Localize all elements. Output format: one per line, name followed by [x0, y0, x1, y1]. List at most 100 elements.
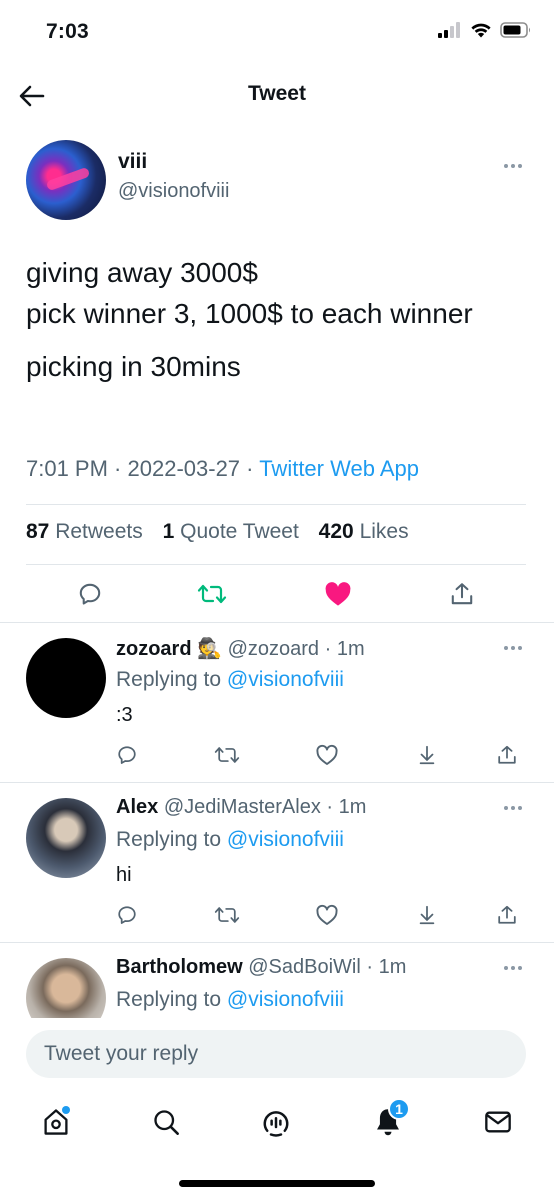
- avatar[interactable]: [26, 958, 106, 1018]
- replying-to-link[interactable]: @visionofviii: [227, 668, 344, 691]
- status-time: 7:03: [46, 20, 89, 43]
- tweet-line: picking in 30mins: [26, 351, 241, 382]
- avatar[interactable]: [26, 638, 106, 718]
- reply-button[interactable]: [110, 738, 144, 772]
- tweet-stats: 87 Retweets 1 Quote Tweet 420 Likes: [26, 520, 423, 544]
- share-icon: [498, 905, 516, 924]
- reply-actions: [0, 738, 554, 772]
- more-options-button[interactable]: [504, 966, 522, 970]
- tweet-source-link[interactable]: Twitter Web App: [259, 456, 419, 481]
- author-name[interactable]: viii: [118, 150, 147, 174]
- reply-item[interactable]: zozoard 🕵 @zozoard · 1m Replying to @vis…: [0, 622, 554, 782]
- replying-to-link[interactable]: @visionofviii: [227, 828, 344, 851]
- download-button[interactable]: [410, 898, 444, 932]
- like-button[interactable]: [310, 898, 344, 932]
- page-title: Tweet: [248, 82, 306, 105]
- tweet-text: giving away 3000$ pick winner 3, 1000$ t…: [26, 252, 526, 387]
- more-dots-icon: [504, 806, 508, 810]
- nav-spaces[interactable]: [254, 1100, 298, 1144]
- reply-item[interactable]: Bartholomew @SadBoiWil · 1m Replying to …: [0, 942, 554, 1018]
- bottom-nav: 1: [0, 1090, 554, 1160]
- reply-icon: [118, 746, 136, 764]
- reply-author: Alex @JediMasterAlex · 1m: [116, 796, 367, 818]
- share-button[interactable]: [490, 898, 524, 932]
- heart-icon: [316, 744, 338, 765]
- reply-age: 1m: [378, 956, 407, 978]
- download-button[interactable]: [410, 738, 444, 772]
- reply-composer: [0, 1018, 554, 1090]
- divider: [26, 504, 526, 505]
- reply-author-handle[interactable]: @SadBoiWil: [248, 956, 361, 978]
- reply-button[interactable]: [70, 574, 110, 614]
- reply-author: Bartholomew @SadBoiWil · 1m: [116, 956, 407, 978]
- reply-age: 1m: [338, 796, 367, 818]
- heart-icon: [316, 904, 338, 925]
- status-bar: 7:03: [0, 0, 554, 64]
- more-options-button[interactable]: [504, 164, 522, 168]
- retweets-stat[interactable]: 87 Retweets: [26, 520, 143, 543]
- reply-text: hi: [116, 864, 132, 886]
- reply-author-handle[interactable]: @zozoard: [228, 638, 319, 660]
- nav-search[interactable]: [144, 1100, 188, 1144]
- header: Tweet: [0, 64, 554, 126]
- replying-to: Replying to @visionofviii: [116, 988, 344, 1011]
- tweet-line: giving away 3000$: [26, 257, 258, 288]
- reply-input[interactable]: [26, 1030, 526, 1078]
- more-dots-icon: [504, 164, 508, 168]
- download-icon: [419, 745, 435, 765]
- retweet-button[interactable]: [210, 738, 244, 772]
- share-icon: [498, 745, 516, 764]
- reply-item[interactable]: Alex @JediMasterAlex · 1m Replying to @v…: [0, 782, 554, 942]
- reply-icon: [118, 906, 136, 924]
- like-button[interactable]: [318, 574, 358, 614]
- reply-icon: [79, 583, 101, 605]
- share-button[interactable]: [490, 738, 524, 772]
- avatar[interactable]: [26, 140, 106, 220]
- reply-button[interactable]: [110, 898, 144, 932]
- divider: [26, 564, 526, 565]
- reply-author: zozoard 🕵 @zozoard · 1m: [116, 638, 365, 660]
- replying-to: Replying to @visionofviii: [116, 668, 344, 691]
- reply-actions: [0, 898, 554, 932]
- nav-notifications[interactable]: 1: [366, 1098, 410, 1144]
- more-options-button[interactable]: [504, 806, 522, 810]
- tweet-meta: 7:01 PM · 2022-03-27 · Twitter Web App: [26, 456, 419, 481]
- nav-messages[interactable]: [476, 1100, 520, 1144]
- wifi-icon: [471, 23, 491, 38]
- author-handle[interactable]: @visionofviii: [118, 180, 229, 203]
- nav-home[interactable]: [34, 1100, 78, 1144]
- like-button[interactable]: [310, 738, 344, 772]
- replying-to: Replying to @visionofviii: [116, 828, 344, 851]
- replying-to-link[interactable]: @visionofviii: [227, 988, 344, 1011]
- download-icon: [419, 905, 435, 925]
- retweet-icon: [214, 747, 240, 763]
- reply-author-handle[interactable]: @JediMasterAlex: [164, 796, 321, 818]
- retweet-button[interactable]: [210, 898, 244, 932]
- battery-icon: [500, 22, 530, 38]
- reply-author-name[interactable]: Bartholomew: [116, 956, 243, 978]
- spaces-icon: [263, 1111, 289, 1137]
- tweet-date: 2022-03-27: [127, 456, 241, 481]
- search-icon: [154, 1110, 179, 1135]
- reply-age: 1m: [336, 638, 365, 660]
- reply-author-name[interactable]: zozoard: [116, 638, 192, 660]
- retweet-button[interactable]: [192, 574, 232, 614]
- tweet-time: 7:01 PM: [26, 456, 108, 481]
- quotes-stat[interactable]: 1 Quote Tweet: [163, 520, 299, 543]
- status-icons: [438, 22, 532, 38]
- more-dots-icon: [504, 646, 508, 650]
- share-button[interactable]: [442, 574, 482, 614]
- detective-emoji: 🕵: [197, 638, 223, 660]
- avatar[interactable]: [26, 798, 106, 878]
- home-indicator: [179, 1180, 375, 1187]
- mail-icon: [485, 1111, 511, 1133]
- reply-author-name[interactable]: Alex: [116, 796, 158, 818]
- more-options-button[interactable]: [504, 646, 522, 650]
- retweet-icon: [197, 584, 227, 604]
- tweet-line: pick winner 3, 1000$ to each winner: [26, 298, 473, 329]
- cellular-signal-icon: [438, 22, 460, 38]
- more-dots-icon: [504, 966, 508, 970]
- likes-stat[interactable]: 420 Likes: [319, 520, 409, 543]
- notifications-badge: 1: [388, 1098, 410, 1120]
- share-icon: [451, 583, 473, 605]
